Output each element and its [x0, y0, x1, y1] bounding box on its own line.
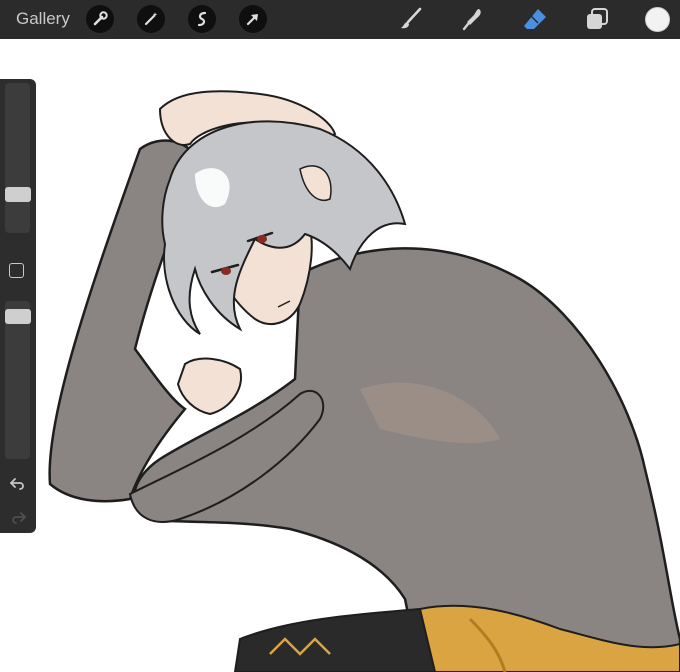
- transform-button[interactable]: [239, 5, 267, 33]
- actions-wrench-button[interactable]: [86, 5, 114, 33]
- brush-icon[interactable]: [398, 6, 424, 32]
- selection-button[interactable]: [188, 5, 216, 33]
- left-sidebar: [0, 79, 36, 533]
- anime-figure-artwork: [48, 90, 680, 672]
- modify-button[interactable]: [9, 263, 24, 278]
- brush-size-slider[interactable]: [5, 83, 30, 233]
- eraser-icon[interactable]: [522, 6, 548, 32]
- top-toolbar: Gallery: [0, 0, 680, 39]
- magic-wand-icon: [144, 12, 158, 26]
- transform-arrow-icon: [246, 14, 258, 26]
- color-picker-swatch[interactable]: [645, 7, 670, 32]
- undo-icon[interactable]: [9, 475, 27, 491]
- selection-icon: [197, 11, 207, 27]
- smudge-icon[interactable]: [460, 6, 486, 32]
- opacity-slider[interactable]: [5, 301, 30, 459]
- drawing-canvas[interactable]: [0, 39, 680, 672]
- redo-icon[interactable]: [9, 509, 27, 525]
- layers-icon[interactable]: [584, 6, 610, 32]
- brush-size-thumb[interactable]: [5, 187, 31, 202]
- adjustments-wand-button[interactable]: [137, 5, 165, 33]
- opacity-thumb[interactable]: [5, 309, 31, 324]
- gallery-button[interactable]: Gallery: [16, 9, 70, 29]
- wrench-icon: [93, 11, 108, 26]
